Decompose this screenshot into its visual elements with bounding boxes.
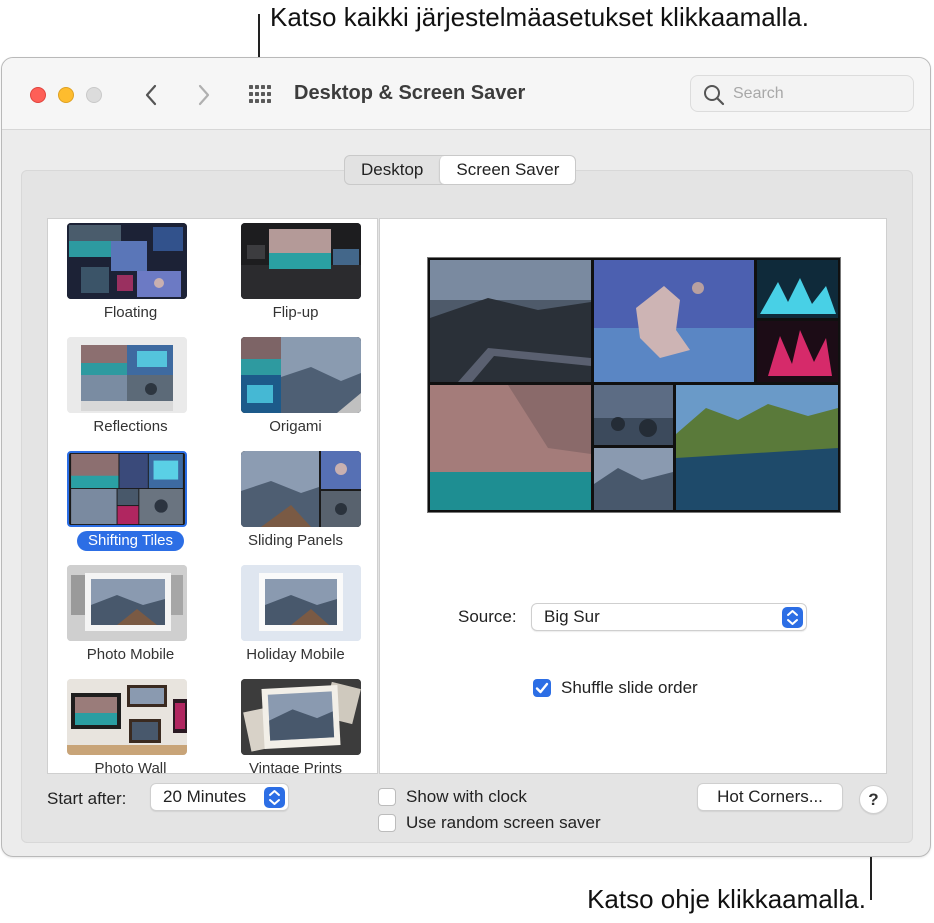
stepper-icon [782, 607, 803, 628]
flip-up-thumbnail-image [241, 223, 361, 299]
saver-label-photo-wall: Photo Wall [94, 760, 167, 774]
zoom-button [86, 87, 102, 103]
saver-item-origami[interactable]: Origami [213, 333, 377, 447]
saver-item-photo-mobile[interactable]: Photo Mobile [48, 561, 213, 675]
saver-thumbnail-photo-wall [67, 679, 187, 755]
saver-thumbnail-flip-up [241, 223, 361, 299]
floating-thumbnail-image [67, 223, 187, 299]
saver-thumbnail-floating [67, 223, 187, 299]
random-saver-checkbox[interactable] [378, 814, 396, 832]
window-title: Desktop & Screen Saver [294, 82, 526, 104]
saver-item-photo-wall[interactable]: Photo Wall [48, 675, 213, 774]
saver-item-flip-up[interactable]: Flip-up [213, 219, 377, 333]
screen-saver-list[interactable]: Floating Flip-up Reflections Origami Shi… [47, 218, 378, 774]
saver-item-sliding-panels[interactable]: Sliding Panels [213, 447, 377, 561]
chevron-right-icon [198, 84, 210, 106]
saver-label-vintage-prints: Vintage Prints [248, 760, 343, 774]
callout-all-preferences: Katso kaikki järjestelmäasetukset klikka… [270, 2, 809, 32]
callout-help: Katso ohje klikkaamalla. [587, 884, 866, 914]
titlebar: Desktop & Screen Saver [2, 58, 930, 130]
show-all-preferences-button[interactable] [246, 82, 274, 108]
tab-desktop[interactable]: Desktop [345, 156, 439, 184]
chevron-left-icon [145, 84, 157, 106]
saver-thumbnail-origami [241, 337, 361, 413]
saver-item-shifting-tiles[interactable]: Shifting Tiles [48, 447, 213, 561]
grid-icon [249, 85, 271, 103]
reflections-thumbnail-image [67, 337, 187, 413]
hot-corners-button[interactable]: Hot Corners... [697, 783, 843, 811]
shuffle-label: Shuffle slide order [561, 678, 698, 697]
source-value: Big Sur [544, 607, 600, 626]
saver-label-reflections: Reflections [93, 418, 168, 435]
saver-label-sliding-panels: Sliding Panels [247, 532, 344, 549]
saver-item-floating[interactable]: Floating [48, 219, 213, 333]
saver-label-holiday-mobile: Holiday Mobile [246, 646, 345, 663]
forward-button[interactable] [192, 80, 216, 110]
start-after-value: 20 Minutes [163, 787, 247, 806]
source-select[interactable]: Big Sur [531, 603, 807, 631]
start-after-select[interactable]: 20 Minutes [150, 783, 289, 811]
saver-thumbnail-reflections [67, 337, 187, 413]
saver-thumbnail-holiday-mobile [241, 565, 361, 641]
preferences-window: Desktop & Screen Saver Desktop Screen Sa… [1, 57, 931, 857]
saver-thumbnail-sliding-panels [241, 451, 361, 527]
shifting-tiles-thumbnail-image [70, 453, 184, 525]
saver-label-flip-up: Flip-up [272, 304, 319, 321]
stepper-icon [264, 787, 285, 808]
show-clock-label: Show with clock [406, 787, 527, 806]
sliding-panels-thumbnail-image [241, 451, 361, 527]
magnifier-icon [704, 85, 725, 106]
show-clock-checkbox[interactable] [378, 788, 396, 806]
tab-bar: Desktop Screen Saver [344, 155, 577, 185]
back-button[interactable] [139, 80, 163, 110]
origami-thumbnail-image [241, 337, 361, 413]
holiday-mobile-thumbnail-image [241, 565, 361, 641]
checkmark-icon [535, 682, 549, 694]
tab-screen-saver[interactable]: Screen Saver [439, 156, 576, 184]
vintage-prints-thumbnail-image [241, 679, 361, 755]
search-input[interactable] [733, 83, 903, 105]
saver-item-holiday-mobile[interactable]: Holiday Mobile [213, 561, 377, 675]
start-after-label: Start after: [47, 789, 127, 808]
screen-saver-preview[interactable] [427, 257, 841, 513]
saver-item-reflections[interactable]: Reflections [48, 333, 213, 447]
photo-wall-thumbnail-image [67, 679, 187, 755]
photo-mobile-thumbnail-image [67, 565, 187, 641]
preview-pane: Source: Big Sur Shuffle slide order [379, 218, 887, 774]
random-saver-label: Use random screen saver [406, 813, 601, 832]
search-field[interactable] [690, 75, 914, 112]
help-button[interactable]: ? [859, 785, 888, 814]
close-button[interactable] [30, 87, 46, 103]
saver-thumbnail-shifting-tiles [67, 451, 187, 527]
saver-thumbnail-vintage-prints [241, 679, 361, 755]
saver-thumbnail-photo-mobile [67, 565, 187, 641]
saver-label-origami: Origami [269, 418, 322, 435]
shuffle-checkbox[interactable] [533, 679, 551, 697]
shifting-tiles-preview-image [428, 258, 840, 512]
saver-item-vintage-prints[interactable]: Vintage Prints [213, 675, 377, 774]
source-label: Source: [458, 607, 517, 626]
minimize-button[interactable] [58, 87, 74, 103]
saver-label-photo-mobile: Photo Mobile [86, 646, 175, 663]
saver-label-shifting-tiles: Shifting Tiles [76, 531, 185, 551]
saver-label-floating: Floating [103, 304, 158, 321]
